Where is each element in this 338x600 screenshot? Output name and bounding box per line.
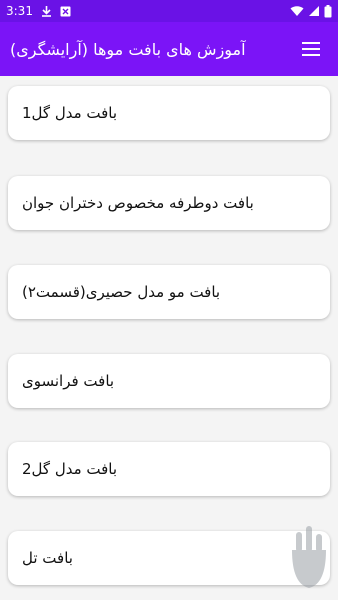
- list-item-label: بافت دوطرفه مخصوص دختران جوان: [22, 194, 254, 212]
- list-item-label: بافت مدل گل2: [22, 460, 118, 478]
- list-item-label: بافت مو مدل حصیری(قسمت۲): [22, 283, 221, 301]
- app-bar: آموزش های بافت موها (آرایشگری): [0, 22, 338, 76]
- list-item[interactable]: بافت مدل گل1: [8, 86, 330, 140]
- status-left: 3:31: [6, 4, 71, 18]
- list-item[interactable]: بافت تل: [8, 531, 330, 585]
- status-right: [290, 4, 332, 18]
- list-item-label: بافت فرانسوی: [22, 372, 115, 390]
- store-icon: [60, 6, 71, 17]
- hamburger-menu-icon[interactable]: [298, 36, 324, 62]
- list-item-label: بافت مدل گل1: [22, 104, 118, 122]
- download-icon: [41, 5, 52, 17]
- list-item[interactable]: بافت مو مدل حصیری(قسمت۲): [8, 265, 330, 319]
- list-item[interactable]: بافت فرانسوی: [8, 354, 330, 408]
- wifi-icon: [290, 5, 304, 17]
- status-time: 3:31: [6, 4, 33, 18]
- battery-icon: [324, 4, 332, 18]
- list-item[interactable]: بافت مدل گل2: [8, 442, 330, 496]
- cellular-icon: [308, 5, 320, 17]
- status-bar: 3:31: [0, 0, 338, 22]
- app-title: آموزش های بافت موها (آرایشگری): [10, 39, 246, 59]
- list-item-label: بافت تل: [22, 549, 73, 567]
- watermark-logo-icon: [286, 522, 332, 592]
- list-item[interactable]: بافت دوطرفه مخصوص دختران جوان: [8, 176, 330, 230]
